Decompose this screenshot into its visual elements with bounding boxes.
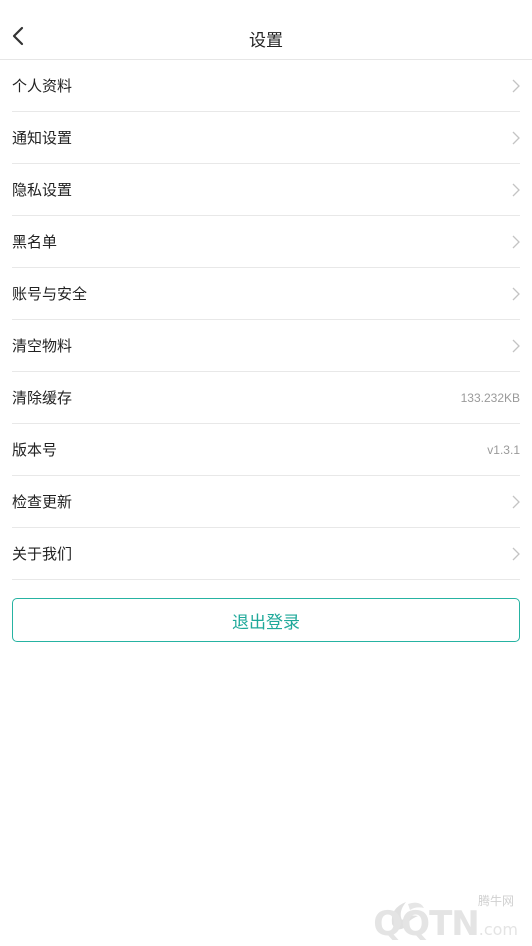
watermark-cn: 腾牛网: [477, 894, 514, 908]
settings-item-label: 账号与安全: [12, 286, 88, 303]
settings-item-label: 检查更新: [12, 494, 73, 511]
settings-item-notifications[interactable]: 通知设置: [12, 112, 520, 164]
watermark-en: QQTN.com: [373, 904, 518, 944]
chevron-right-icon: [508, 286, 520, 302]
settings-item-clear-cache[interactable]: 清除缓存 133.232KB: [12, 372, 520, 424]
settings-item-account-security[interactable]: 账号与安全: [12, 268, 520, 320]
settings-item-label: 清除缓存: [12, 390, 73, 407]
settings-item-label: 通知设置: [12, 130, 73, 147]
settings-item-check-update[interactable]: 检查更新: [12, 476, 520, 528]
watermark: 腾牛网 QQTN.com: [300, 888, 532, 946]
settings-item-label: 清空物料: [12, 338, 73, 355]
settings-item-version: 版本号 v1.3.1: [12, 424, 520, 476]
settings-item-about[interactable]: 关于我们: [12, 528, 520, 580]
chevron-right-icon: [508, 338, 520, 354]
settings-item-blacklist[interactable]: 黑名单: [12, 216, 520, 268]
settings-item-label: 黑名单: [12, 234, 58, 251]
chevron-right-icon: [508, 494, 520, 510]
chevron-right-icon: [508, 234, 520, 250]
settings-item-label: 版本号: [12, 442, 58, 459]
chevron-right-icon: [508, 130, 520, 146]
settings-item-clear-materials[interactable]: 清空物料: [12, 320, 520, 372]
nav-bar: 设置: [0, 0, 532, 60]
settings-item-privacy[interactable]: 隐私设置: [12, 164, 520, 216]
cache-size-value: 133.232KB: [460, 390, 520, 405]
chevron-right-icon: [508, 182, 520, 198]
watermark-logo-icon: [391, 902, 424, 930]
settings-item-label: 关于我们: [12, 546, 73, 563]
settings-item-profile[interactable]: 个人资料: [12, 60, 520, 112]
settings-item-label: 个人资料: [12, 78, 73, 95]
settings-item-label: 隐私设置: [12, 182, 73, 199]
settings-list: 个人资料 通知设置 隐私设置 黑名单 账号与安全 清空物料 清除缓存 133.2…: [12, 60, 520, 580]
chevron-right-icon: [508, 546, 520, 562]
chevron-right-icon: [508, 78, 520, 94]
page-title: 设置: [249, 31, 283, 50]
version-value: v1.3.1: [487, 442, 520, 457]
logout-button[interactable]: 退出登录: [12, 598, 520, 642]
